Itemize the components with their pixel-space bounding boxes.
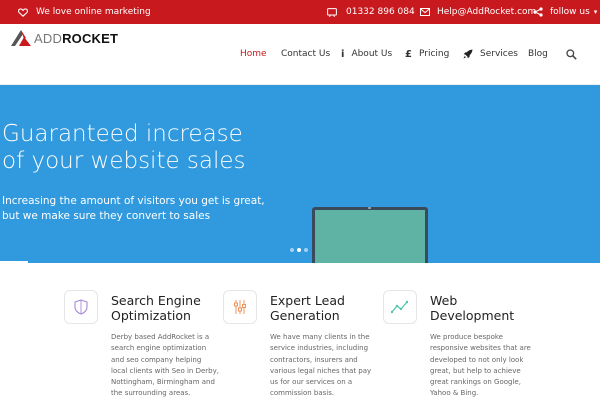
info-icon: i: [341, 48, 345, 60]
service-text-line: Nottingham, Birmingham and: [111, 378, 215, 387]
service-text-line: great rankings on Google,: [430, 378, 521, 387]
service-icon-box: [64, 290, 98, 324]
slider-dot[interactable]: [304, 248, 308, 252]
service-text-line: contractors, insurers and: [270, 355, 358, 364]
nav-home-label: Home: [240, 49, 267, 59]
service-title-line-1: Expert Lead: [270, 293, 345, 308]
rocket-logo-icon: [11, 30, 31, 46]
hero-title: Guaranteed increase of your website sale…: [2, 121, 246, 175]
service-title: Search Engine Optimization: [111, 293, 201, 323]
service-text-line: and seo company helping: [111, 355, 202, 364]
service-description: Derby based AddRocket is a search engine…: [111, 332, 219, 400]
envelope-icon: [420, 8, 430, 16]
laptop-camera: [368, 207, 371, 209]
service-text-line: We produce bespoke: [430, 333, 503, 341]
phone-link[interactable]: 01332 896 084: [327, 0, 415, 24]
email-address[interactable]: Help@AddRocket.com: [437, 7, 536, 17]
service-text-line: local clients with Seo in Derby,: [111, 366, 219, 375]
service-text-line: developed to not only look: [430, 355, 524, 364]
nav-blog-label: Blog: [528, 49, 548, 59]
service-text-line: great, but help to achieve: [430, 366, 521, 375]
hero-slider: Guaranteed increase of your website sale…: [0, 85, 600, 263]
shield-icon: [74, 299, 88, 315]
nav-pricing[interactable]: £ Pricing: [405, 45, 449, 63]
service-title: Expert Lead Generation: [270, 293, 345, 323]
service-text-line: Derby based AddRocket is a: [111, 333, 210, 341]
logo-text: ADDROCKET: [34, 31, 118, 46]
service-text-line: the surrounding areas.: [111, 389, 191, 398]
service-title-line-2: Generation: [270, 308, 340, 323]
email-link[interactable]: Help@AddRocket.com: [420, 0, 536, 24]
tagline: We love online marketing: [18, 0, 151, 24]
service-title-line-1: Web: [430, 293, 458, 308]
nav-blog[interactable]: Blog: [528, 45, 548, 63]
logo-text-rocket: ROCKET: [62, 30, 119, 46]
tools-icon: [234, 300, 246, 314]
hero-subtitle-line-2: but we make sure they convert to sales: [2, 210, 211, 222]
top-bar: We love online marketing 01332 896 084 H…: [0, 0, 600, 24]
nav-services[interactable]: Services: [463, 45, 518, 63]
laptop-illustration: [312, 207, 428, 263]
service-icon-box: [383, 290, 417, 324]
service-text-line: Yahoo & Bing.: [430, 389, 479, 398]
site-header: ADDROCKET Home Contact Us i About Us £ P…: [0, 24, 600, 85]
nav-about-label: About Us: [351, 49, 393, 59]
rocket-icon: [463, 49, 473, 59]
service-icon-box: [223, 290, 257, 324]
service-description: We produce bespoke responsive websites t…: [430, 332, 531, 400]
search-button[interactable]: [566, 45, 584, 63]
nav-pricing-label: Pricing: [418, 49, 450, 59]
service-text-line: service industries, including: [270, 344, 369, 353]
hero-title-line-2: of your website sales: [2, 148, 246, 174]
service-title: Web Development: [430, 293, 514, 323]
service-text-line: us for our services on a: [270, 378, 353, 387]
pound-icon: £: [405, 48, 412, 60]
slider-pagination: [290, 248, 311, 252]
chevron-down-icon: ▾: [593, 8, 598, 16]
share-icon: [533, 7, 543, 17]
phone-icon: [327, 7, 337, 17]
tagline-text: We love online marketing: [36, 7, 151, 17]
service-text-line: responsive websites that are: [430, 344, 531, 353]
service-title-line-1: Search Engine: [111, 293, 201, 308]
service-text-line: various legal niches that pay: [270, 366, 372, 375]
line-chart-icon: [391, 300, 409, 314]
hero-progress-strip: [0, 261, 28, 263]
search-icon: [566, 48, 577, 60]
slider-dot[interactable]: [290, 248, 294, 252]
service-description: We have many clients in the service indu…: [270, 332, 371, 400]
follow-us-label[interactable]: follow us: [550, 7, 590, 17]
phone-number[interactable]: 01332 896 084: [346, 7, 415, 17]
nav-about-us[interactable]: i About Us: [341, 45, 392, 63]
logo[interactable]: ADDROCKET: [10, 28, 118, 48]
service-text-line: search engine optimization: [111, 344, 207, 353]
nav-contact-label: Contact Us: [281, 49, 331, 59]
hero-subtitle: Increasing the amount of visitors you ge…: [2, 194, 265, 224]
nav-contact-us[interactable]: Contact Us: [281, 45, 330, 63]
nav-home[interactable]: Home: [240, 45, 267, 63]
hero-subtitle-line-1: Increasing the amount of visitors you ge…: [2, 195, 265, 207]
heart-icon: [18, 7, 28, 17]
service-title-line-2: Development: [430, 308, 515, 323]
slider-dot[interactable]: [297, 248, 301, 252]
service-text-line: commission basis.: [270, 389, 335, 398]
laptop-screen: [315, 210, 425, 263]
nav-services-label: Services: [480, 49, 518, 59]
service-text-line: We have many clients in the: [270, 333, 370, 341]
service-title-line-2: Optimization: [111, 308, 191, 323]
hero-title-line-1: Guaranteed increase: [2, 121, 243, 147]
logo-text-add: ADD: [34, 30, 63, 46]
follow-us-dropdown[interactable]: follow us ▾: [533, 0, 597, 24]
